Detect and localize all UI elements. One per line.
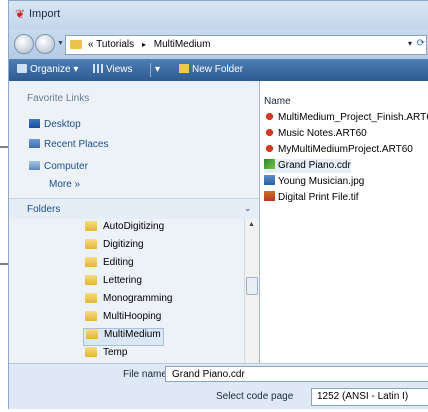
scrollbar-thumb[interactable] — [246, 277, 258, 295]
folder-item-multimedium[interactable]: MultiMedium — [83, 328, 164, 346]
cdr-file-icon — [264, 159, 275, 169]
views-dropdown-button[interactable]: ▾ — [155, 64, 160, 75]
file-name: MyMultiMediumProject.ART60 — [278, 144, 413, 155]
code-page-label: Select code page — [216, 391, 294, 402]
favorite-link-desktop[interactable]: Desktop — [29, 119, 81, 133]
breadcrumb-separator[interactable]: ▸ — [142, 40, 146, 49]
recent-places-icon — [29, 139, 40, 148]
file-name: Digital Print File.tif — [278, 192, 359, 203]
breadcrumb-item-tutorials[interactable]: Tutorials — [96, 39, 134, 50]
file-name-input[interactable]: Grand Piano.cdr — [165, 366, 428, 382]
new-folder-icon — [179, 64, 189, 73]
file-item[interactable]: MultiMedium_Project_Finish.ART60 — [264, 111, 428, 125]
folder-label: Digitizing — [103, 239, 144, 250]
column-header-name[interactable]: Name — [264, 96, 291, 107]
folder-label: Monogramming — [103, 293, 173, 304]
favorite-link-label: Recent Places — [44, 139, 109, 150]
desktop-icon — [29, 119, 40, 128]
folder-icon — [85, 311, 97, 321]
folder-icon — [86, 329, 98, 339]
folder-icon — [85, 347, 97, 357]
toolbar: Organize ▾ Views ▾ New Folder — [9, 59, 428, 81]
dialog-footer: File name: Grand Piano.cdr Select code p… — [9, 363, 428, 409]
organize-button[interactable]: Organize ▾ — [17, 64, 78, 75]
file-name: MultiMedium_Project_Finish.ART60 — [278, 112, 428, 123]
folder-item-autodigitizing[interactable]: AutoDigitizing — [85, 221, 164, 237]
folder-item-editing[interactable]: Editing — [85, 257, 134, 273]
navigation-pane: Favorite Links Desktop Recent Places Com… — [9, 81, 260, 363]
file-item-selected[interactable]: Grand Piano.cdr — [264, 159, 351, 173]
file-item[interactable]: MyMultiMediumProject.ART60 — [264, 143, 413, 157]
chevron-down-icon[interactable]: ⌄ — [244, 203, 252, 214]
favorite-link-recent-places[interactable]: Recent Places — [29, 139, 108, 153]
folders-label: Folders — [27, 204, 61, 215]
folder-icon — [70, 40, 82, 49]
views-button[interactable]: Views — [93, 64, 133, 75]
views-label: Views — [106, 64, 133, 75]
file-item[interactable]: Young Musician.jpg — [264, 175, 364, 189]
address-bar[interactable]: « Tutorials ▸ MultiMedium ▾ ⟳ — [65, 35, 427, 55]
code-page-select[interactable]: 1252 (ANSI - Latin I) — [311, 388, 428, 406]
address-dropdown-icon[interactable]: ▾ — [408, 39, 412, 48]
folder-item-multihooping[interactable]: MultiHooping — [85, 311, 161, 327]
folder-label: MultiMedium — [104, 329, 161, 340]
back-button[interactable] — [14, 34, 34, 54]
organize-icon — [17, 64, 27, 73]
file-list-pane: Name MultiMedium_Project_Finish.ART60 Mu… — [260, 81, 428, 363]
window-title: Import — [29, 8, 61, 20]
scroll-up-icon[interactable]: ▲ — [248, 221, 255, 228]
folder-item-monogramming[interactable]: Monogramming — [85, 293, 172, 309]
butterfly-icon: ❦ — [15, 7, 26, 21]
favorite-link-label: Desktop — [44, 119, 81, 130]
favorite-link-label: Computer — [44, 161, 88, 172]
folder-tree-scrollbar[interactable]: ▲ — [244, 219, 258, 363]
computer-icon — [29, 161, 40, 170]
folder-icon — [85, 275, 97, 285]
address-row: ▼ « Tutorials ▸ MultiMedium ▾ ⟳ — [9, 29, 428, 59]
folder-label: AutoDigitizing — [103, 221, 165, 232]
file-item[interactable]: Digital Print File.tif — [264, 191, 359, 205]
new-folder-button[interactable]: New Folder — [179, 64, 243, 75]
folder-icon — [85, 239, 97, 249]
views-icon — [93, 64, 103, 73]
file-item[interactable]: Music Notes.ART60 — [264, 127, 367, 141]
file-name: Young Musician.jpg — [278, 176, 365, 187]
folder-item-lettering[interactable]: Lettering — [85, 275, 142, 291]
folder-icon — [85, 293, 97, 303]
folder-item-digitizing[interactable]: Digitizing — [85, 239, 144, 255]
folder-tree: AutoDigitizing Digitizing Editing Letter… — [9, 219, 243, 363]
art-file-icon — [264, 111, 275, 121]
folder-label: Editing — [103, 257, 134, 268]
toolbar-divider — [150, 63, 151, 77]
tif-file-icon — [264, 191, 275, 201]
more-links-button[interactable]: More » — [49, 179, 80, 190]
favorite-link-computer[interactable]: Computer — [29, 161, 88, 175]
refresh-icon[interactable]: ⟳ — [417, 38, 425, 49]
breadcrumb-prefix[interactable]: « — [88, 39, 94, 50]
folders-header[interactable]: Folders ⌄ — [9, 198, 259, 219]
jpg-file-icon — [264, 175, 275, 185]
forward-button[interactable] — [35, 34, 55, 54]
art-file-icon — [264, 143, 275, 153]
history-dropdown-icon[interactable]: ▼ — [57, 40, 64, 47]
folder-label: MultiHooping — [103, 311, 162, 322]
folder-icon — [85, 221, 97, 231]
breadcrumb: « Tutorials ▸ MultiMedium — [88, 39, 210, 50]
title-bar: ❦ Import — [9, 1, 428, 29]
file-name: Grand Piano.cdr — [278, 160, 351, 171]
folder-item-temp[interactable]: Temp — [85, 347, 127, 363]
breadcrumb-item-multimedium[interactable]: MultiMedium — [154, 39, 211, 50]
folder-icon — [85, 257, 97, 267]
organize-label: Organize ▾ — [30, 64, 79, 75]
folder-label: Temp — [103, 347, 128, 358]
favorite-links-heading: Favorite Links — [27, 93, 90, 104]
art-file-icon — [264, 127, 275, 137]
folder-label: Lettering — [103, 275, 142, 286]
new-folder-label: New Folder — [192, 64, 244, 75]
file-name: Music Notes.ART60 — [278, 128, 367, 139]
file-name-label: File name: — [123, 369, 170, 380]
import-dialog: ❦ Import ▼ « Tutorials ▸ MultiMedium ▾ ⟳… — [8, 0, 428, 409]
